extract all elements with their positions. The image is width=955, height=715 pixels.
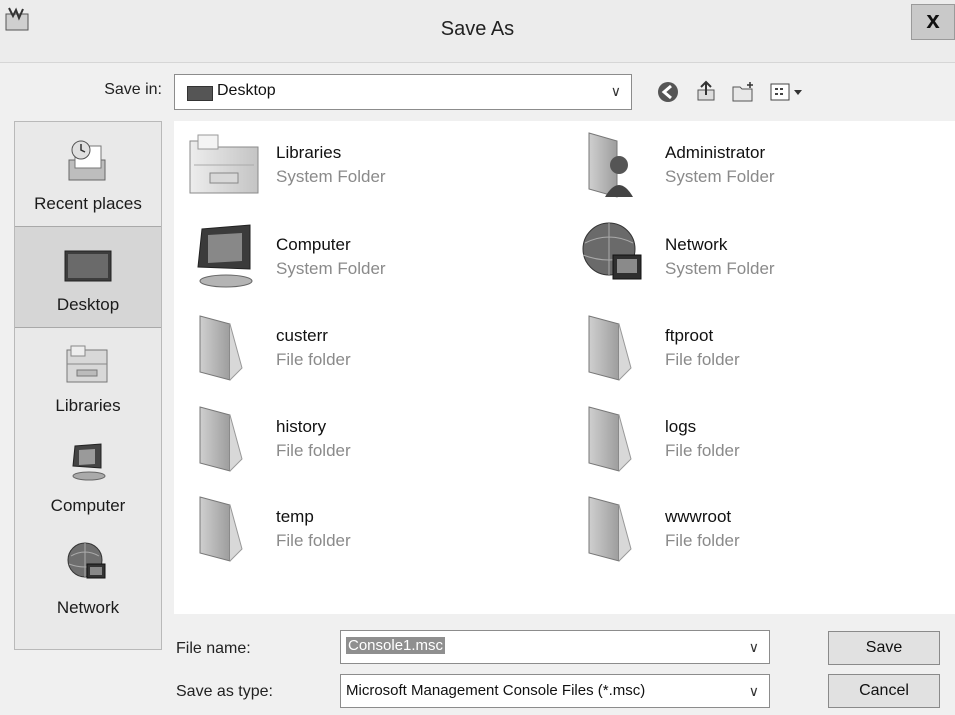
file-type: System Folder <box>276 167 386 186</box>
file-name: history <box>276 417 327 436</box>
folder-icon <box>588 496 632 562</box>
file-type: File folder <box>276 531 351 550</box>
file-type: File folder <box>665 531 740 550</box>
folder-icon <box>588 315 632 381</box>
libraries-icon <box>66 345 108 383</box>
computer-icon <box>72 443 106 481</box>
file-item-temp[interactable]: temp File folder <box>174 485 554 569</box>
recent-places-icon <box>68 140 106 181</box>
new-folder-icon[interactable] <box>730 78 758 106</box>
view-menu-icon[interactable] <box>768 78 814 106</box>
place-computer[interactable]: Computer <box>15 428 161 532</box>
user-folder-icon <box>588 132 633 198</box>
folder-icon <box>199 315 243 381</box>
chevron-down-icon[interactable]: ∨ <box>749 639 759 656</box>
up-folder-icon[interactable] <box>692 78 720 106</box>
file-name-label: File name: <box>176 640 251 657</box>
file-name: temp <box>276 507 314 526</box>
file-item-libraries[interactable]: Libraries System Folder <box>174 121 554 205</box>
file-name-input[interactable]: Console1.msc ∨ <box>340 630 770 664</box>
file-name: Network <box>665 235 728 254</box>
file-name: custerr <box>276 326 328 345</box>
back-icon[interactable] <box>654 78 682 106</box>
file-item-logs[interactable]: logs File folder <box>563 395 943 479</box>
file-item-network[interactable]: Network System Folder <box>563 213 943 297</box>
file-type: File folder <box>665 441 740 460</box>
desktop-small-icon <box>187 86 213 101</box>
file-list: Libraries System Folder Administrator Sy… <box>174 121 955 614</box>
libraries-folder-icon <box>189 134 259 194</box>
file-item-wwwroot[interactable]: wwwroot File folder <box>563 485 943 569</box>
network-icon <box>67 542 106 579</box>
file-type: System Folder <box>276 259 386 278</box>
folder-icon <box>588 406 632 472</box>
file-type: File folder <box>276 441 351 460</box>
file-name: logs <box>665 417 697 436</box>
window-title: Save As <box>440 18 515 40</box>
save-button[interactable]: Save <box>828 631 940 665</box>
file-name: Computer <box>276 235 351 254</box>
place-label: Network <box>56 598 120 617</box>
save-as-type-dropdown[interactable]: Microsoft Management Console Files (*.ms… <box>340 674 770 708</box>
save-as-type-label: Save as type: <box>176 683 273 700</box>
place-label: Desktop <box>56 295 120 314</box>
place-recent-places[interactable]: Recent places <box>15 122 161 226</box>
file-item-history[interactable]: history File folder <box>174 395 554 479</box>
file-name: ftproot <box>665 326 714 345</box>
chevron-down-icon[interactable]: ∨ <box>611 83 621 100</box>
file-type: File folder <box>665 350 740 369</box>
place-label: Computer <box>50 496 126 515</box>
file-name-value: Console1.msc <box>346 637 446 654</box>
place-label: Recent places <box>34 194 142 213</box>
network-icon <box>582 222 642 280</box>
cancel-button[interactable]: Cancel <box>828 674 940 708</box>
place-libraries[interactable]: Libraries <box>15 328 161 428</box>
file-type: System Folder <box>665 259 775 278</box>
file-item-custerr[interactable]: custerr File folder <box>174 304 554 388</box>
chevron-down-icon[interactable]: ∨ <box>749 683 759 700</box>
place-label: Libraries <box>55 396 121 415</box>
folder-icon <box>199 496 243 562</box>
save-in-value: Desktop <box>217 82 276 99</box>
title-bar: Save As x <box>0 0 955 63</box>
save-in-label: Save in: <box>104 81 162 98</box>
place-desktop[interactable]: Desktop <box>15 226 161 328</box>
file-name: wwwroot <box>665 507 732 526</box>
save-in-dropdown[interactable]: Desktop ∨ <box>174 74 632 110</box>
places-bar: Recent places Desktop Libraries Computer <box>14 121 162 650</box>
place-network[interactable]: Network <box>15 532 161 636</box>
file-item-administrator[interactable]: Administrator System Folder <box>563 121 943 205</box>
close-button[interactable]: x <box>911 4 955 40</box>
desktop-icon <box>64 250 112 282</box>
computer-icon <box>197 224 253 288</box>
file-item-ftproot[interactable]: ftproot File folder <box>563 304 943 388</box>
save-as-type-value: Microsoft Management Console Files (*.ms… <box>346 682 646 699</box>
file-name: Administrator <box>665 143 766 162</box>
file-item-computer[interactable]: Computer System Folder <box>174 213 554 297</box>
folder-icon <box>199 406 243 472</box>
file-name: Libraries <box>276 143 342 162</box>
file-type: File folder <box>276 350 351 369</box>
file-type: System Folder <box>665 167 775 186</box>
